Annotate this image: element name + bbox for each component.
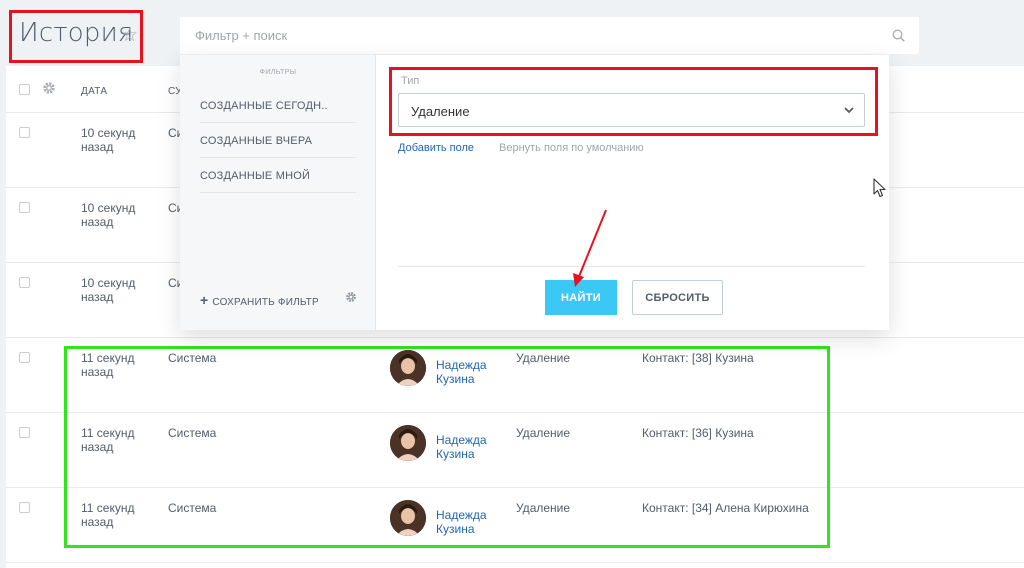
- save-filter-label: Сохранить фильтр: [212, 297, 319, 308]
- row-date: 10 секунд назад: [81, 126, 136, 154]
- divider: [398, 266, 865, 267]
- presets-title: Фильтры: [259, 69, 297, 76]
- row-checkbox[interactable]: [19, 127, 30, 138]
- plus-icon: +: [200, 292, 209, 308]
- row-checkbox[interactable]: [19, 202, 30, 213]
- row-checkbox[interactable]: [19, 502, 30, 513]
- type-field-highlight-box: [389, 67, 878, 136]
- search-bar[interactable]: [180, 17, 919, 54]
- row-date: 10 секунд назад: [81, 201, 136, 229]
- save-filter-button[interactable]: + Сохранить фильтр: [200, 292, 319, 308]
- gear-icon[interactable]: [345, 291, 357, 303]
- preset-created-yesterday[interactable]: Созданные вчера: [200, 123, 356, 158]
- title-highlight-box: [9, 10, 143, 63]
- search-input[interactable]: [180, 17, 880, 54]
- annotation-arrow-icon: [573, 209, 607, 287]
- search-icon[interactable]: [892, 29, 905, 42]
- mouse-cursor-icon: [873, 178, 886, 198]
- reset-fields-link[interactable]: Вернуть поля по умолчанию: [499, 142, 644, 154]
- add-field-link[interactable]: Добавить поле: [398, 142, 474, 154]
- row-checkbox[interactable]: [19, 352, 30, 363]
- gear-icon[interactable]: [42, 81, 56, 95]
- rows-highlight-box: [64, 346, 830, 548]
- row-date: 10 секунд назад: [81, 276, 136, 304]
- row-checkbox[interactable]: [19, 427, 30, 438]
- filter-popup: Фильтры Созданные сегодн.. Созданные вче…: [180, 55, 889, 330]
- select-all-checkbox[interactable]: [19, 84, 30, 95]
- filter-presets-panel: Фильтры Созданные сегодн.. Созданные вче…: [180, 55, 376, 330]
- row-checkbox[interactable]: [19, 277, 30, 288]
- column-header-date[interactable]: Дата: [81, 86, 107, 97]
- preset-created-by-me[interactable]: Созданные мной: [200, 158, 356, 193]
- reset-button[interactable]: Сбросить: [632, 280, 723, 315]
- preset-created-today[interactable]: Созданные сегодн..: [200, 88, 356, 123]
